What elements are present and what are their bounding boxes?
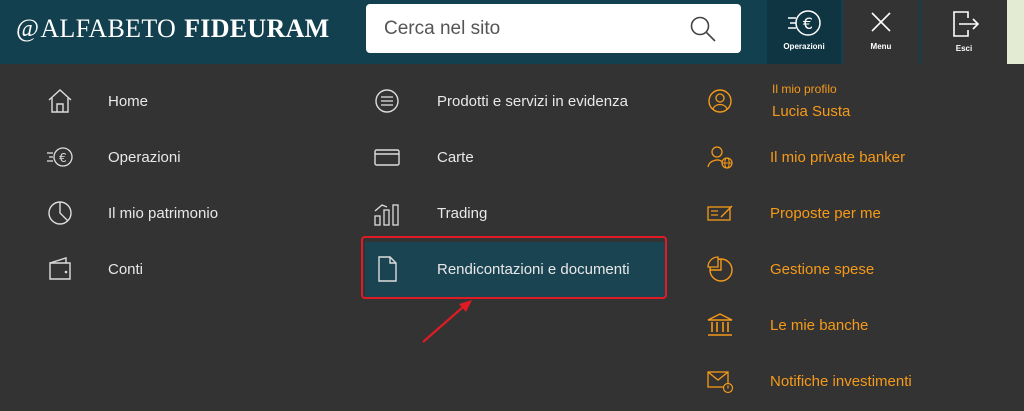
menu-item-operazioni[interactable]: € Operazioni [46,143,306,171]
profile-name: Lucia Susta [772,103,851,120]
menu-item-label: Operazioni [108,148,181,166]
proposal-icon [707,205,733,221]
notification-mail-icon [707,371,734,394]
menu-item-label: Il mio patrimonio [108,204,219,222]
menu-item-label: Notifiche investimenti [770,372,912,390]
search-box [366,4,741,53]
esci-label: Esci [955,44,973,53]
svg-text:€: € [803,14,813,33]
menu-item-home[interactable]: Home [46,87,306,115]
esci-button[interactable]: Esci [921,0,1007,64]
search-icon[interactable] [689,15,717,43]
banker-globe-icon [707,146,733,169]
menu-item-conti[interactable]: Conti [46,255,306,283]
menu-item-proposte[interactable]: Proposte per me [706,199,966,227]
home-icon [48,89,72,113]
menu-item-label: Il mio private banker [770,148,906,166]
menu-item-label: Prodotti e servizi in evidenza [437,92,628,110]
menu-button[interactable]: Menu [843,0,919,64]
logo-name: ALFABETO [40,14,177,43]
menu-item-label: Home [108,92,149,110]
euro-transfer-icon: € [788,10,821,36]
operazioni-label: Operazioni [783,42,825,51]
pie-chart-icon [48,201,72,225]
svg-text:€: € [59,151,67,165]
menu-label: Menu [870,42,892,51]
logo[interactable]: @ ALFABETO FIDEURAM [16,13,330,45]
user-circle-icon [708,89,732,113]
menu-item-label: Carte [437,148,474,166]
menu-item-patrimonio[interactable]: Il mio patrimonio [46,199,306,227]
menu-item-trading[interactable]: Trading [373,199,663,227]
wallet-icon [49,257,71,280]
bar-chart-icon [374,204,399,226]
euro-transfer-icon: € [47,147,73,167]
menu-item-label: Le mie banche [770,316,869,334]
profile-caption: Il mio profilo [772,82,837,96]
list-circle-icon [375,89,399,113]
menu-item-private-banker[interactable]: Il mio private banker [706,143,966,171]
logout-icon [953,11,980,37]
operazioni-button[interactable]: € Operazioni [767,0,841,64]
menu-item-gestione-spese[interactable]: Gestione spese [706,255,966,283]
annotation-highlight-box [361,236,667,299]
menu-item-label: Trading [437,204,488,222]
right-edge-strip [1007,0,1024,64]
credit-card-icon [374,149,400,166]
expense-pie-icon [707,256,733,282]
top-header-bar: @ ALFABETO FIDEURAM € Operazioni Menu [0,0,1024,64]
bank-icon [707,313,733,336]
menu-item-label: Conti [108,260,144,278]
menu-item-label: Gestione spese [770,260,875,278]
menu-item-label: Proposte per me [770,204,881,222]
close-icon [871,12,891,32]
menu-item-prodotti[interactable]: Prodotti e servizi in evidenza [373,87,663,115]
menu-item-profilo[interactable]: Il mio profilo Lucia Susta [706,82,966,121]
logo-at-symbol: @ [16,15,40,42]
logo-brand: FIDEURAM [184,14,330,43]
menu-item-le-mie-banche[interactable]: Le mie banche [706,311,966,339]
menu-item-notifiche[interactable]: Notifiche investimenti [706,367,966,395]
menu-item-carte[interactable]: Carte [373,143,663,171]
search-input[interactable] [384,17,684,40]
annotation-arrow-icon [422,300,472,343]
